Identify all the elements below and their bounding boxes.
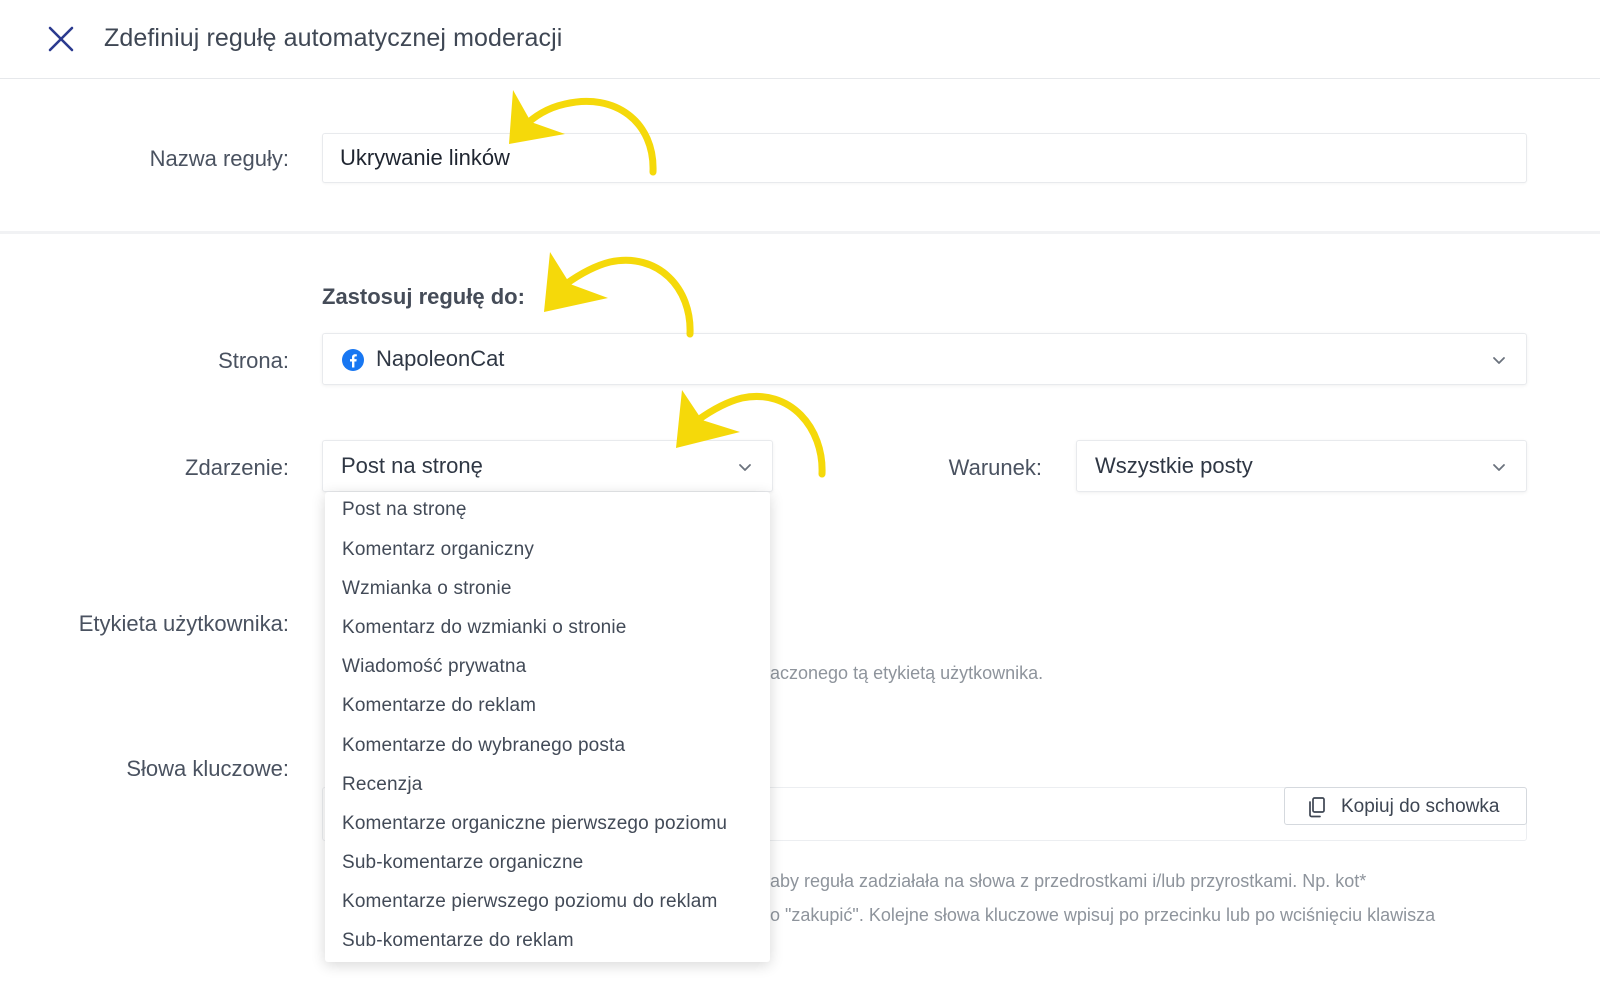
dialog-header: Zdefiniuj regułę automatycznej moderacji (0, 0, 1600, 79)
rule-name-label: Nazwa reguły: (149, 146, 289, 171)
dropdown-option-komentarze-do-wybranego-posta[interactable]: Komentarze do wybranego posta (342, 735, 625, 757)
event-select-value: Post na stronę (341, 453, 483, 478)
dropdown-option-komentarz-do-wzmianki[interactable]: Komentarz do wzmianki o stronie (342, 617, 627, 639)
dropdown-option-komentarze-do-reklam[interactable]: Komentarze do reklam (342, 695, 536, 717)
condition-select-value: Wszystkie posty (1095, 453, 1253, 478)
event-dropdown-menu: Post na stronę Komentarz organiczny Wzmi… (325, 492, 770, 962)
dropdown-option-komentarze-organiczne-pierwszego-poziomu[interactable]: Komentarze organiczne pierwszego poziomu (342, 813, 727, 835)
page-label: Strona: (218, 348, 289, 373)
chevron-down-icon (1493, 357, 1505, 364)
page-select-value: NapoleonCat (376, 346, 505, 371)
apply-to-heading: Zastosuj regułę do: (322, 284, 525, 309)
dropdown-option-sub-komentarze-organiczne[interactable]: Sub-komentarze organiczne (342, 852, 583, 874)
keywords-helper-line-1: aby reguła zadziałała na słowa z przedro… (770, 871, 1367, 891)
page-select[interactable]: NapoleonCat (322, 333, 1527, 385)
dropdown-option-komentarz-organiczny[interactable]: Komentarz organiczny (342, 539, 534, 561)
rule-name-input[interactable]: Ukrywanie linków (322, 133, 1527, 183)
chevron-down-icon (739, 464, 751, 471)
dialog-title: Zdefiniuj regułę automatycznej moderacji (104, 24, 563, 52)
copy-icon (1309, 797, 1325, 818)
copy-button-label: Kopiuj do schowka (1341, 796, 1500, 817)
user-tag-helper: aczonego tą etykietą użytkownika. (770, 663, 1044, 683)
condition-select[interactable]: Wszystkie posty (1076, 440, 1527, 492)
close-icon (48, 26, 74, 52)
copy-to-clipboard-button[interactable]: Kopiuj do schowka (1284, 787, 1527, 825)
event-label: Zdarzenie: (185, 455, 289, 480)
facebook-icon (342, 349, 364, 371)
dropdown-option-komentarze-pierwszego-poziomu-do-reklam[interactable]: Komentarze pierwszego poziomu do reklam (342, 891, 717, 913)
user-tag-label: Etykieta użytkownika: (78, 611, 289, 636)
dropdown-option-wiadomosc-prywatna[interactable]: Wiadomość prywatna (342, 656, 526, 678)
dropdown-option-wzmianka-o-stronie[interactable]: Wzmianka o stronie (342, 578, 512, 600)
keywords-helper-line-2: o "zakupić". Kolejne słowa kluczowe wpis… (770, 905, 1436, 925)
dropdown-option-sub-komentarze-do-reklam[interactable]: Sub-komentarze do reklam (342, 930, 574, 952)
event-select[interactable]: Post na stronę (322, 440, 773, 492)
close-button[interactable] (44, 22, 78, 56)
condition-label: Warunek: (948, 455, 1042, 480)
chevron-down-icon (1493, 464, 1505, 471)
dropdown-option-post-na-strone[interactable]: Post na stronę (342, 499, 467, 521)
dropdown-option-recenzja[interactable]: Recenzja (342, 774, 422, 796)
keywords-label: Słowa kluczowe: (126, 756, 289, 781)
